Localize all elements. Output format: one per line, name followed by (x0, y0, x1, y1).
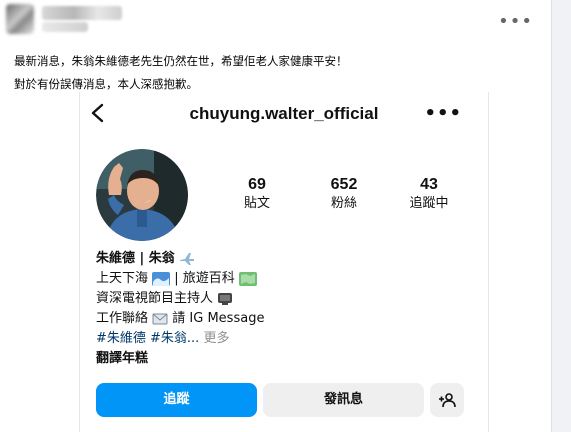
instagram-profile-screenshot: chuyung.walter_official ••• 69 貼文 652 粉絲… (79, 92, 489, 432)
post-text: 最新消息，朱翁朱維德老先生仍然在世，希望佢老人家健康平安！ 對於有份誤傳消息，本… (14, 50, 544, 96)
envelope-icon (152, 313, 168, 324)
add-person-icon (439, 392, 456, 407)
hashtag-links[interactable]: #朱維德 #朱翁... (96, 331, 199, 346)
bio-line2: 資深電視節目主持人 (96, 291, 214, 306)
blurred-post-meta (42, 22, 88, 32)
facebook-post-card: ••• 最新消息，朱翁朱維德老先生仍然在世，希望佢老人家健康平安！ 對於有份誤傳… (0, 0, 552, 432)
add-user-button[interactable] (430, 383, 464, 417)
bio-line3-b: 請 IG Message (172, 311, 265, 326)
stat-followers-count: 652 (330, 176, 358, 193)
stat-followers[interactable]: 652 粉絲 (309, 176, 379, 214)
blurred-poster-name[interactable] (42, 6, 122, 20)
profile-bio: 朱維德 | 朱翁 上天下海 | 旅遊百科 資深電視節目主持人 工作聯絡 請 IG… (96, 249, 476, 369)
bio-more-link[interactable]: 更多 (203, 331, 229, 346)
stat-posts-label: 貼文 (243, 196, 270, 211)
translate-link[interactable]: 翻譯年糕 (96, 351, 148, 366)
map-icon (238, 271, 257, 286)
profile-display-name: 朱維德 | 朱翁 (96, 251, 175, 266)
bio-line1-b: | 旅遊百科 (174, 271, 235, 286)
stat-posts-count: 69 (248, 176, 266, 193)
profile-avatar[interactable] (96, 149, 188, 241)
stat-following-label: 追蹤中 (409, 196, 449, 211)
profile-more-icon[interactable]: ••• (424, 103, 462, 124)
stat-followers-label: 粉絲 (330, 196, 357, 211)
wave-icon (152, 271, 171, 286)
bio-line1-a: 上天下海 (96, 271, 149, 286)
television-icon (218, 292, 233, 305)
stat-posts[interactable]: 69 貼文 (222, 176, 292, 214)
message-button[interactable]: 發訊息 (263, 383, 424, 417)
bio-line3-a: 工作聯絡 (96, 311, 149, 326)
post-header: ••• (0, 0, 551, 46)
profile-top-bar: chuyung.walter_official ••• (80, 92, 488, 136)
stat-following-count: 43 (420, 176, 438, 193)
follow-button[interactable]: 追蹤 (96, 383, 257, 417)
airplane-icon (179, 252, 194, 265)
stat-following[interactable]: 43 追蹤中 (394, 176, 464, 214)
more-options-icon[interactable]: ••• (498, 13, 533, 31)
post-text-line: 最新消息，朱翁朱維德老先生仍然在世，希望佢老人家健康平安！ (14, 54, 348, 68)
blurred-avatar[interactable] (6, 4, 34, 34)
